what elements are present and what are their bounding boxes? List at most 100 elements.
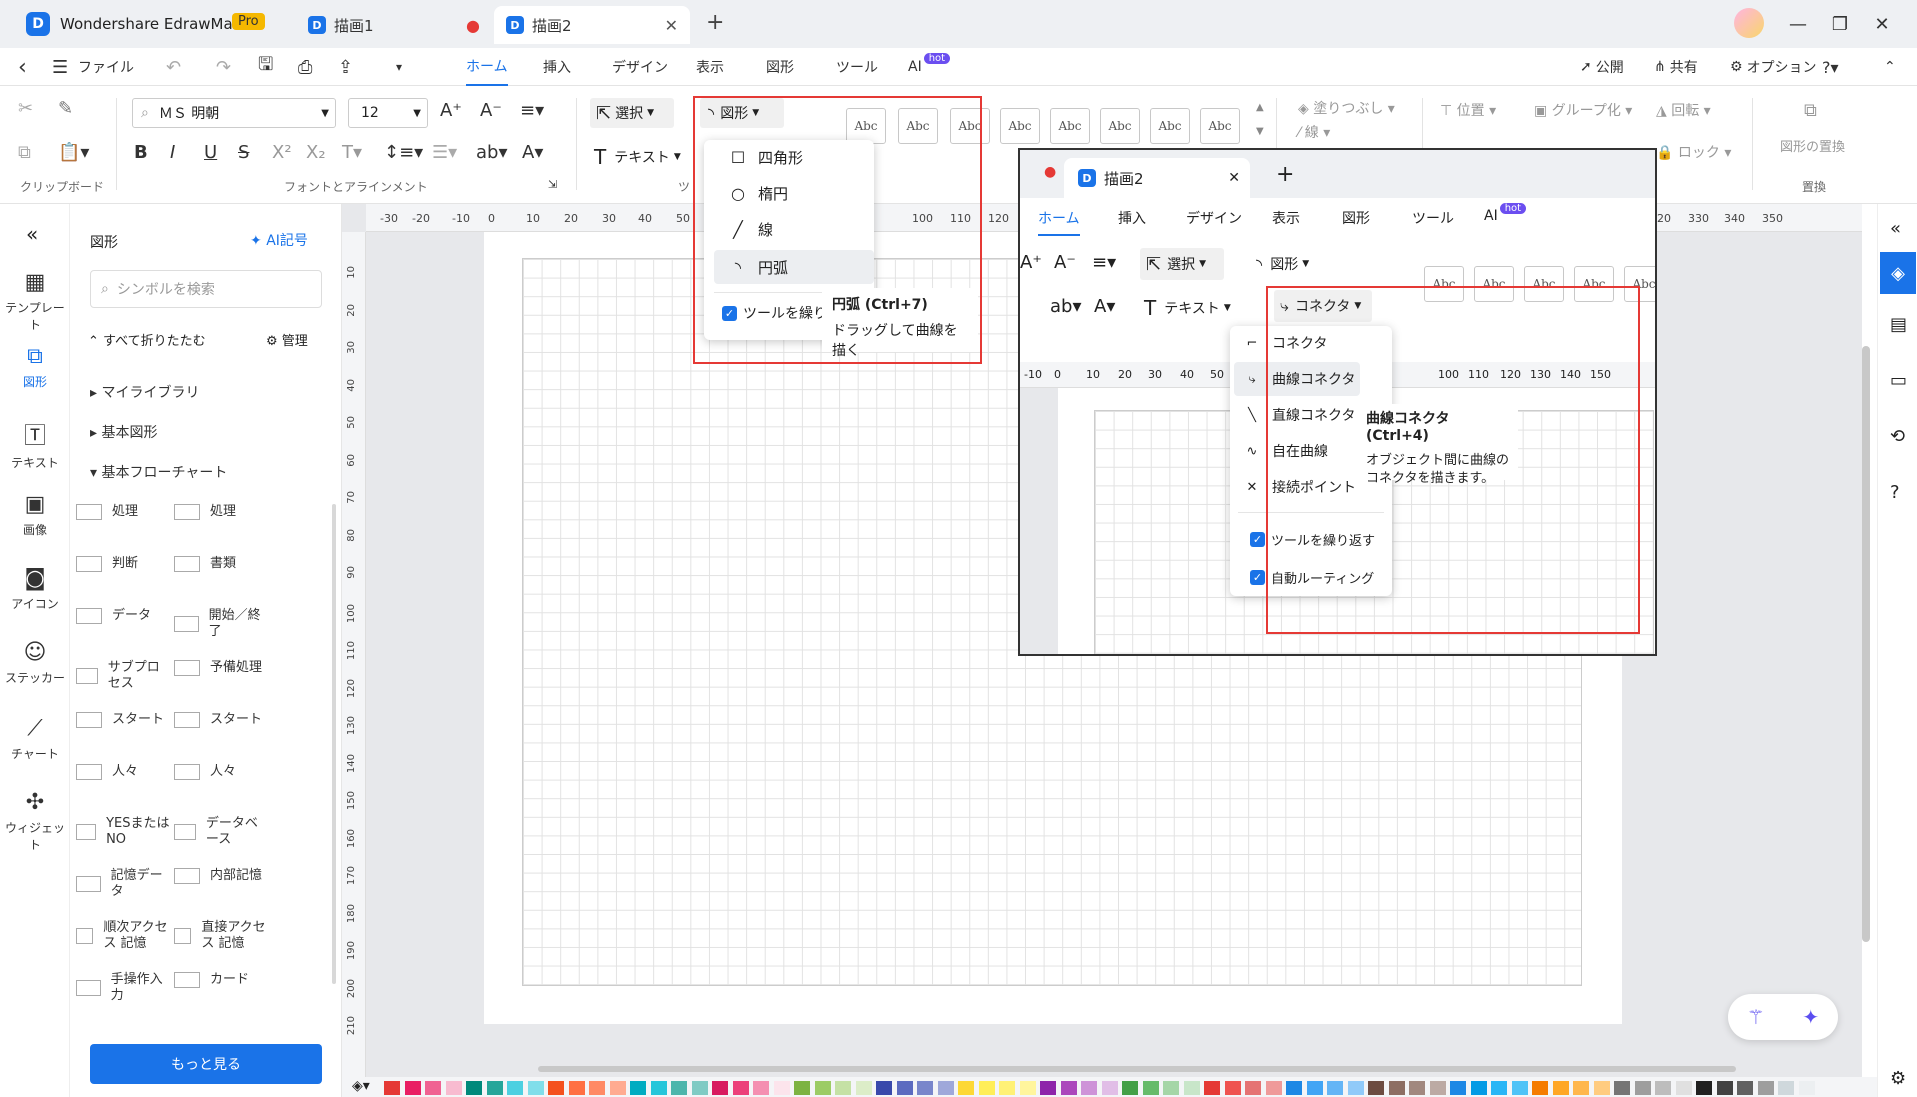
color-swatch[interactable]: [1204, 1081, 1220, 1095]
shape-item[interactable]: 判断: [76, 556, 172, 572]
font-color-icon[interactable]: A▾: [522, 142, 543, 163]
more-icon[interactable]: ▾: [396, 48, 402, 86]
list-icon[interactable]: ☰▾: [432, 142, 457, 163]
inset-tab[interactable]: D 描画2 ✕: [1064, 158, 1250, 198]
color-swatch[interactable]: [445, 1081, 462, 1095]
color-swatch[interactable]: [773, 1081, 790, 1095]
vertical-scrollbar[interactable]: [1862, 346, 1870, 942]
ai-symbol-button[interactable]: ✦ AI記号: [250, 230, 308, 250]
style-scroll-down-icon[interactable]: ▼: [1256, 126, 1264, 137]
color-swatch[interactable]: [876, 1081, 892, 1095]
shape-item[interactable]: 予備処理: [174, 660, 270, 676]
increase-font-icon[interactable]: A⁺: [440, 100, 462, 121]
italic-icon[interactable]: I: [170, 142, 175, 163]
color-swatch[interactable]: [507, 1081, 523, 1095]
color-swatch[interactable]: [589, 1081, 605, 1095]
color-swatch[interactable]: [691, 1081, 708, 1095]
color-swatch[interactable]: [712, 1081, 728, 1095]
shape-item[interactable]: 開始／終了: [174, 608, 270, 640]
color-swatch[interactable]: [1060, 1081, 1077, 1095]
color-swatch[interactable]: [548, 1081, 564, 1095]
color-swatch[interactable]: [1409, 1081, 1425, 1095]
menu-ai[interactable]: AI hot: [908, 48, 951, 86]
strikethrough-icon[interactable]: S: [238, 142, 249, 163]
color-swatch[interactable]: [1532, 1081, 1548, 1095]
style-preset[interactable]: Abc: [1150, 108, 1190, 144]
shape-item[interactable]: 直接アクセス 記憶: [174, 920, 270, 952]
shape-item[interactable]: 人々: [76, 764, 172, 780]
align-icon[interactable]: ≡▾: [520, 100, 544, 121]
color-swatch[interactable]: [1737, 1081, 1753, 1095]
present-icon[interactable]: ▭: [1890, 370, 1907, 391]
color-swatch[interactable]: [1716, 1081, 1733, 1095]
text-style-icon[interactable]: T▾: [342, 142, 362, 163]
color-swatch[interactable]: [384, 1081, 400, 1095]
shape-item[interactable]: 処理: [76, 504, 172, 520]
shape-item[interactable]: 順次アクセス 記憶: [76, 920, 172, 952]
history-icon[interactable]: ⟲: [1890, 426, 1905, 447]
color-swatch[interactable]: [1655, 1081, 1671, 1095]
magic-wand-icon[interactable]: ⚚: [1747, 1005, 1765, 1029]
decrease-font-icon[interactable]: A⁻: [480, 100, 502, 121]
text-case-icon[interactable]: ab▾: [476, 142, 508, 163]
replace-shape-button[interactable]: 図形の置換: [1780, 136, 1845, 155]
settings-icon[interactable]: ⚙: [1890, 1068, 1906, 1089]
fill-button[interactable]: ◈ 塗りつぶし ▾: [1298, 98, 1395, 118]
font-name-select[interactable]: ⌕ ＭＳ 明朝 ▼: [132, 98, 336, 128]
align-icon[interactable]: ≡▾: [1092, 252, 1116, 273]
color-swatch[interactable]: [1552, 1081, 1569, 1095]
shape-item[interactable]: 内部記憶: [174, 868, 270, 884]
rotate-button[interactable]: ◮ 回転 ▾: [1656, 100, 1711, 120]
color-swatch[interactable]: [609, 1081, 626, 1095]
nav-template[interactable]: ▦ テンプレート: [0, 270, 70, 333]
color-swatch[interactable]: [527, 1081, 544, 1095]
color-swatch[interactable]: [1327, 1081, 1343, 1095]
color-swatch[interactable]: [896, 1081, 913, 1095]
color-swatch[interactable]: [1696, 1081, 1712, 1095]
category-mylibrary[interactable]: ▸ マイライブラリ: [90, 382, 199, 402]
tab-drawing1[interactable]: D 描画1 ●: [300, 6, 490, 44]
style-preset[interactable]: Abc: [1200, 108, 1240, 144]
color-swatch[interactable]: [1429, 1081, 1446, 1095]
page-panel-icon[interactable]: ▤: [1890, 314, 1907, 335]
fill-bucket-icon[interactable]: ◈▾: [352, 1078, 370, 1094]
collapse-all-button[interactable]: ⌃ すべて折りたたむ: [88, 330, 206, 349]
color-swatch[interactable]: [1224, 1081, 1241, 1095]
inset-menu-tools[interactable]: ツール: [1412, 208, 1454, 228]
shape-item[interactable]: 手操作入力: [76, 972, 172, 1004]
replace-shape-icon[interactable]: ⧉: [1804, 100, 1817, 121]
font-color-icon[interactable]: A▾: [1094, 296, 1115, 317]
inset-menu-home[interactable]: ホーム: [1038, 208, 1080, 236]
format-painter-icon[interactable]: ✎: [58, 98, 73, 119]
inset-select-button[interactable]: ⇱ 選択 ▼: [1140, 248, 1224, 280]
color-swatch[interactable]: [1081, 1081, 1097, 1095]
lock-button[interactable]: 🔒 ロック ▾: [1656, 142, 1731, 162]
color-swatch[interactable]: [425, 1081, 441, 1095]
back-icon[interactable]: ‹: [18, 48, 27, 86]
manage-button[interactable]: ⚙ 管理: [266, 330, 308, 349]
inset-menu-view[interactable]: 表示: [1272, 208, 1300, 228]
symbol-search-input[interactable]: ⌕ シンボルを検索: [90, 270, 322, 308]
style-preset[interactable]: Abc: [1000, 108, 1040, 144]
nav-text[interactable]: 🅃 テキスト: [0, 418, 70, 471]
color-swatch[interactable]: [1142, 1081, 1159, 1095]
nav-widget[interactable]: ✣ ウィジェット: [0, 790, 70, 853]
color-swatch[interactable]: [978, 1081, 995, 1095]
expand-panel-icon[interactable]: «: [1890, 218, 1901, 239]
color-swatch[interactable]: [1245, 1081, 1261, 1095]
style-scroll-icon[interactable]: ▲: [1256, 102, 1264, 113]
horizontal-scrollbar[interactable]: [538, 1066, 1736, 1072]
menu-icon[interactable]: ☰: [52, 48, 68, 86]
style-preset[interactable]: Abc: [1050, 108, 1090, 144]
color-swatch[interactable]: [1347, 1081, 1364, 1095]
style-panel-icon[interactable]: ◈: [1880, 252, 1916, 294]
color-swatch[interactable]: [1573, 1081, 1589, 1095]
tab-drawing2[interactable]: D 描画2 ✕: [494, 6, 690, 44]
inset-shape-button[interactable]: ◝ 図形 ▼: [1256, 248, 1309, 280]
color-swatch[interactable]: [1798, 1081, 1815, 1095]
nav-image[interactable]: ▣ 画像: [0, 492, 70, 538]
select-button[interactable]: ⇱ 選択 ▼: [590, 98, 674, 128]
help-icon[interactable]: ?: [1890, 482, 1900, 503]
color-swatch[interactable]: [630, 1081, 646, 1095]
expand-icon[interactable]: ⇲: [548, 178, 557, 191]
